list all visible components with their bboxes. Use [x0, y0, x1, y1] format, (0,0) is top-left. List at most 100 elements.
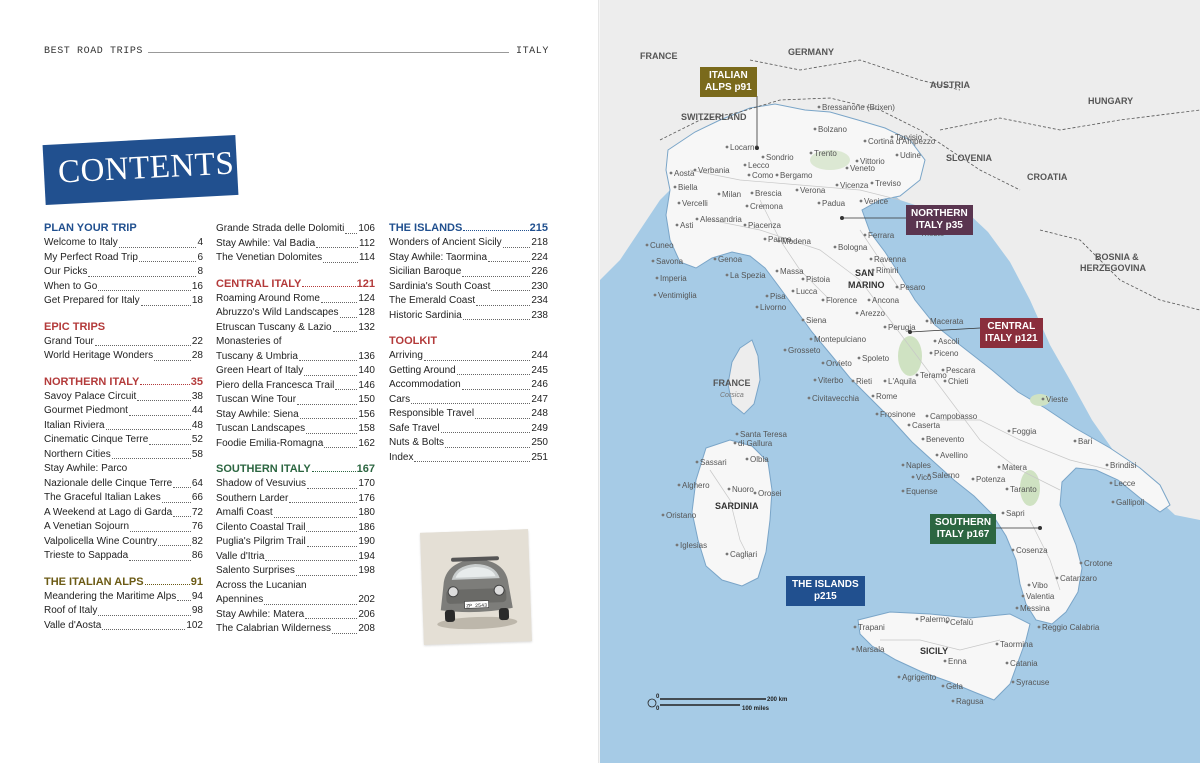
toc-entry-roaming-around-rome[interactable]: Roaming Around Rome 124: [216, 292, 375, 307]
toc-entry-the-venetian-dolomites[interactable]: The Venetian Dolomites 114: [216, 251, 375, 266]
toc-section-toolkit[interactable]: TOOLKIT: [389, 335, 548, 347]
toc-entry-page: 128: [358, 307, 375, 318]
toc-entry-label: Get Prepared for Italy: [44, 295, 140, 306]
city-dot: [765, 294, 769, 298]
toc-entry-responsible-travel[interactable]: Responsible Travel 248: [389, 407, 548, 422]
toc-entry-accommodation[interactable]: Accommodation 246: [389, 378, 548, 393]
city-label-equense: Equense: [906, 487, 938, 496]
label-san-marino-1: SAN: [855, 268, 874, 278]
city-dot: [655, 276, 659, 280]
toc-section-the-italian-alps[interactable]: THE ITALIAN ALPS 91: [44, 576, 203, 588]
toc-entry-valle-d-aosta[interactable]: Valle d'Aosta 102: [44, 619, 203, 634]
city-dot: [845, 166, 849, 170]
toc-entry-page: 162: [358, 437, 375, 449]
toc-entry-label: Shadow of Vesuvius: [216, 478, 307, 489]
toc-entry-cilento-coastal-trail[interactable]: Cilento Coastal Trail 186: [216, 521, 375, 536]
toc-entry-tuscan-wine-tour[interactable]: Tuscan Wine Tour 150: [216, 393, 375, 408]
toc-entry-sicilian-baroque[interactable]: Sicilian Baroque 226: [389, 265, 548, 280]
toc-section-the-islands[interactable]: THE ISLANDS 215: [389, 222, 548, 234]
toc-entry-puglia-s-pilgrim-trail[interactable]: Puglia's Pilgrim Trail 190: [216, 535, 375, 550]
toc-entry-stay-awhile-parco-nazionale-delle-cinque-terre[interactable]: Stay Awhile: Parco Nazionale delle Cinque…: [44, 462, 203, 491]
toc-entry-savoy-palace-circuit[interactable]: Savoy Palace Circuit 38: [44, 390, 203, 405]
toc-entry-abruzzo-s-wild-landscapes[interactable]: Abruzzo's Wild Landscapes 128: [216, 306, 375, 321]
toc-entry-welcome-to-italy[interactable]: Welcome to Italy 4: [44, 236, 203, 251]
toc-entry-my-perfect-road-trip[interactable]: My Perfect Road Trip 6: [44, 251, 203, 266]
toc-entry-getting-around[interactable]: Getting Around 245: [389, 364, 548, 379]
toc-section-plan-your-trip[interactable]: PLAN YOUR TRIP: [44, 222, 203, 234]
city-dot: [1041, 397, 1045, 401]
toc-entry-cinematic-cinque-terre[interactable]: Cinematic Cinque Terre 52: [44, 433, 203, 448]
toc-entry-page: 18: [191, 295, 203, 306]
toc-entry-stay-awhile-val-badia[interactable]: Stay Awhile: Val Badia 112: [216, 237, 375, 252]
badge-italian-alps[interactable]: ITALIAN ALPS p91: [700, 67, 757, 97]
toc-entry-a-venetian-sojourn[interactable]: A Venetian Sojourn 76: [44, 520, 203, 535]
toc-entry-italian-riviera[interactable]: Italian Riviera 48: [44, 419, 203, 434]
toc-entry-northern-cities[interactable]: Northern Cities 58: [44, 448, 203, 463]
toc-entry-arriving[interactable]: Arriving 244: [389, 349, 548, 364]
toc-entry-get-prepared-for-italy[interactable]: Get Prepared for Italy 18: [44, 294, 203, 309]
toc-entry-the-emerald-coast[interactable]: The Emerald Coast 234: [389, 294, 548, 309]
toc-entry-label: The Calabrian Wilderness: [216, 623, 332, 634]
toc-entry-a-weekend-at-lago-di-garda[interactable]: A Weekend at Lago di Garda 72: [44, 506, 203, 521]
toc-entry-nuts-bolts[interactable]: Nuts & Bolts 250: [389, 436, 548, 451]
toc-entry-etruscan-tuscany-lazio[interactable]: Etruscan Tuscany & Lazio 132: [216, 321, 375, 336]
toc-entry-our-picks[interactable]: Our Picks 8: [44, 265, 203, 280]
toc-section-epic-trips[interactable]: EPIC TRIPS: [44, 321, 203, 333]
city-label-gela: Gela: [946, 682, 963, 691]
scale-km-label: 200 km: [767, 697, 787, 703]
toc-section-southern-italy[interactable]: SOUTHERN ITALY 167: [216, 463, 375, 475]
toc-entry-the-calabrian-wilderness[interactable]: The Calabrian Wilderness 208: [216, 622, 375, 637]
city-label-florence: Florence: [826, 296, 858, 305]
badge-northern-italy[interactable]: NORTHERN ITALY p35: [906, 205, 973, 235]
toc-entry-sardinia-s-south-coast[interactable]: Sardinia's South Coast 230: [389, 280, 548, 295]
city-dot: [871, 268, 875, 272]
toc-entry-safe-travel[interactable]: Safe Travel 249: [389, 422, 548, 437]
toc-entry-when-to-go[interactable]: When to Go 16: [44, 280, 203, 295]
toc-entry-the-graceful-italian-lakes[interactable]: The Graceful Italian Lakes 66: [44, 491, 203, 506]
toc-entry-across-the-lucanian-apennines[interactable]: Across the Lucanian Apennines 202: [216, 579, 375, 608]
toc-entry-tuscan-landscapes[interactable]: Tuscan Landscapes 158: [216, 422, 375, 437]
toc-entry-trieste-to-sappada[interactable]: Trieste to Sappada 86: [44, 549, 203, 564]
toc-section-northern-italy[interactable]: NORTHERN ITALY 35: [44, 376, 203, 388]
toc-entry-page: 8: [197, 266, 203, 277]
city-dot: [863, 139, 867, 143]
toc-entry-green-heart-of-italy[interactable]: Green Heart of Italy 140: [216, 364, 375, 379]
toc-entry-valpolicella-wine-country[interactable]: Valpolicella Wine Country 82: [44, 535, 203, 550]
toc-section-central-italy[interactable]: CENTRAL ITALY 121: [216, 278, 375, 290]
toc-entry-page: 64: [191, 477, 203, 489]
toc-entry-stay-awhile-siena[interactable]: Stay Awhile: Siena 156: [216, 408, 375, 423]
toc-entry-meandering-the-maritime-alps[interactable]: Meandering the Maritime Alps 94: [44, 590, 203, 605]
city-label-como: Como: [752, 171, 774, 180]
toc-entry-index[interactable]: Index 251: [389, 451, 548, 466]
toc-entry-page: 234: [531, 295, 548, 306]
badge-central-italy[interactable]: CENTRAL ITALY p121: [980, 318, 1043, 348]
toc-entry-shadow-of-vesuvius[interactable]: Shadow of Vesuvius 170: [216, 477, 375, 492]
toc-entry-valle-d-itria[interactable]: Valle d'Itria 194: [216, 550, 375, 565]
toc-entry-southern-larder[interactable]: Southern Larder 176: [216, 492, 375, 507]
badge-the-islands[interactable]: THE ISLANDS p215: [786, 576, 865, 606]
toc-entry-piero-della-francesca-trail[interactable]: Piero della Francesca Trail 146: [216, 379, 375, 394]
toc-entry-foodie-emilia-romagna[interactable]: Foodie Emilia-Romagna 162: [216, 437, 375, 452]
toc-entry-grande-strada-delle-dolomiti[interactable]: Grande Strada delle Dolomiti 106: [216, 222, 375, 237]
toc-entry-grand-tour[interactable]: Grand Tour 22: [44, 335, 203, 350]
toc-entry-monasteries-of-tuscany-umbria[interactable]: Monasteries of Tuscany & Umbria 136: [216, 335, 375, 364]
park-area: [898, 336, 922, 376]
toc-entry-stay-awhile-matera[interactable]: Stay Awhile: Matera 206: [216, 608, 375, 623]
toc-entry-world-heritage-wonders[interactable]: World Heritage Wonders 28: [44, 349, 203, 364]
toc-section-label: EPIC TRIPS: [44, 320, 106, 333]
toc-entry-wonders-of-ancient-sicily[interactable]: Wonders of Ancient Sicily 218: [389, 236, 548, 251]
city-label-frosinone: Frosinone: [880, 410, 916, 419]
toc-entry-amalfi-coast[interactable]: Amalfi Coast 180: [216, 506, 375, 521]
toc-entry-page: 94: [191, 590, 203, 602]
toc-entry-gourmet-piedmont[interactable]: Gourmet Piedmont 44: [44, 404, 203, 419]
toc-entry-cars[interactable]: Cars 247: [389, 393, 548, 408]
toc-entry-roof-of-italy[interactable]: Roof of Italy 98: [44, 604, 203, 619]
badge-southern-italy[interactable]: SOUTHERN ITALY p167: [930, 514, 997, 544]
toc-entry-historic-sardinia[interactable]: Historic Sardinia 238: [389, 309, 548, 324]
toc-leader: [320, 302, 358, 303]
toc-entry-page: 244: [531, 350, 548, 361]
toc-leader: [475, 417, 531, 419]
toc-entry-stay-awhile-taormina[interactable]: Stay Awhile: Taormina 224: [389, 251, 548, 266]
label-san-marino-2: MARINO: [848, 280, 885, 290]
toc-entry-salento-surprises[interactable]: Salento Surprises 198: [216, 564, 375, 579]
